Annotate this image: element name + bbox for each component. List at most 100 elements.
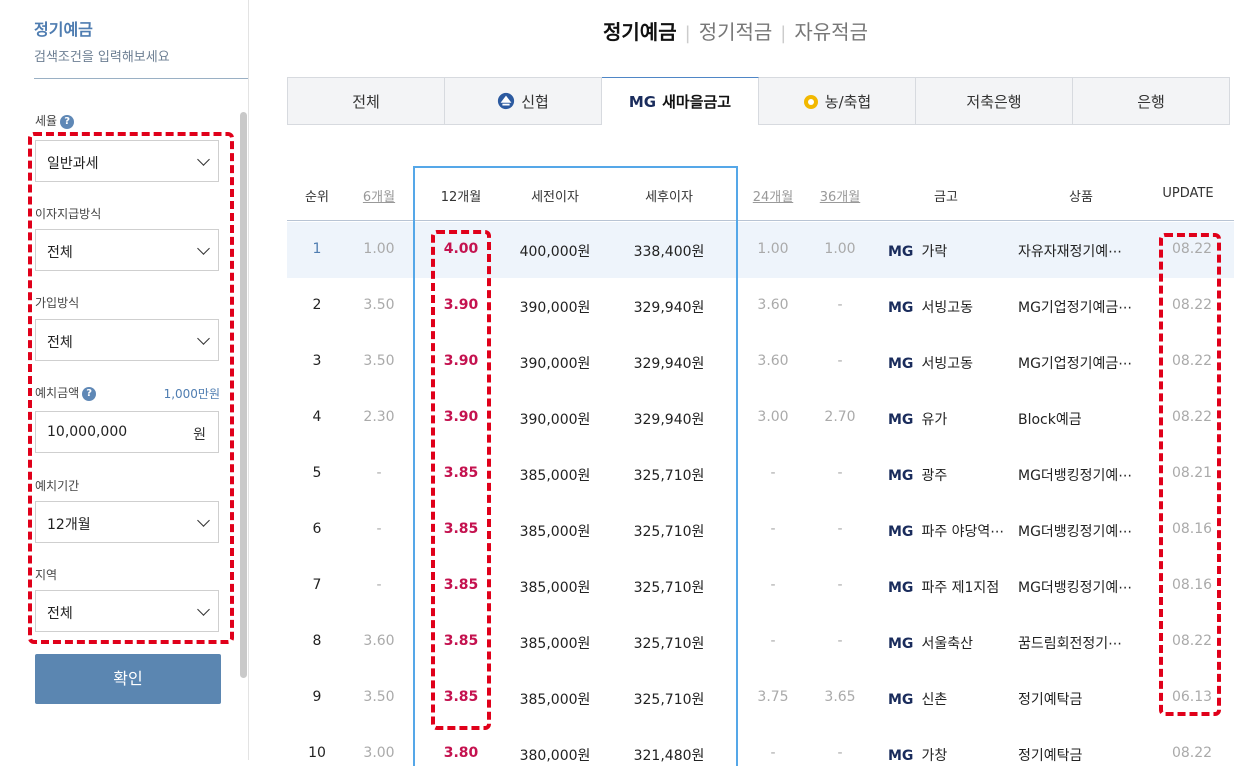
cell-product[interactable]: MG더뱅킹정기예⋯ — [1018, 577, 1132, 597]
tab-installment-savings[interactable]: 정기적금 — [699, 16, 773, 45]
bank-tab-all[interactable]: 전체 — [287, 77, 445, 125]
cell-pre: 390,000원 — [519, 412, 591, 428]
cell-m12: 3.85 — [443, 633, 479, 649]
interest-select[interactable]: 전체 — [35, 229, 219, 271]
cell-product[interactable]: Block예금 — [1018, 409, 1082, 429]
sidebar-subtitle: 검색조건을 입력해보세요 — [34, 50, 170, 65]
cell-post: 325,710원 — [633, 524, 705, 540]
tax-select[interactable]: 일반과세 — [35, 140, 219, 182]
nh-logo-icon — [803, 95, 818, 109]
cell-bank[interactable]: MG 서울축산 — [888, 633, 973, 653]
cell-post: 329,940원 — [633, 300, 705, 316]
table-row[interactable]: 8 3.60 3.85 385,000원 325,710원 - - MG 서울축산 꿈드림회전정기… — [287, 614, 1234, 670]
bank-tab-bank[interactable]: 은행 — [1073, 77, 1230, 125]
cell-post: 325,710원 — [633, 580, 705, 596]
cell-m6: 1.00 — [363, 241, 395, 257]
header-update[interactable]: UPDATE — [1162, 186, 1213, 201]
cell-product[interactable]: MG더뱅킹정기예⋯ — [1018, 465, 1132, 485]
confirm-button[interactable]: 확인 — [35, 654, 221, 704]
cell-bank[interactable]: MG 가창 — [888, 745, 947, 765]
header-6m[interactable]: 6개월 — [363, 186, 395, 205]
cell-m12: 3.90 — [443, 409, 479, 425]
cell-bank[interactable]: MG 파주 제1지점 — [888, 577, 999, 597]
bank-tab-savings-bank[interactable]: 저축은행 — [916, 77, 1073, 125]
cell-product[interactable]: 정기예탁금 — [1018, 689, 1082, 709]
cell-update: 08.22 — [1171, 241, 1213, 257]
amount-hint: 1,000만원 — [163, 387, 220, 401]
chevron-down-icon — [197, 332, 210, 345]
mg-logo: MG — [888, 244, 914, 260]
cell-bank[interactable]: MG 신촌 — [888, 689, 947, 709]
table-row[interactable]: 1 1.00 4.00 400,000원 338,400원 1.00 1.00 MG 가락 자유자… — [287, 222, 1234, 278]
cell-product[interactable]: MG더뱅킹정기예⋯ — [1018, 521, 1132, 541]
search-sidebar: 정기예금 검색조건을 입력해보세요 세율? 일반과세 이자지급방식 전체 가입방… — [0, 0, 249, 760]
cell-pre: 385,000원 — [519, 580, 591, 596]
region-select[interactable]: 전체 — [35, 590, 219, 632]
header-24m[interactable]: 24개월 — [753, 186, 793, 205]
cell-bank[interactable]: MG 서빙고동 — [888, 297, 973, 317]
cell-product[interactable]: 자유자재정기예⋯ — [1018, 241, 1122, 261]
cell-rank: 7 — [312, 577, 322, 593]
bank-tab-nh[interactable]: 농/축협 — [759, 77, 916, 125]
table-row[interactable]: 3 3.50 3.90 390,000원 329,940원 3.60 - MG 서빙고동 MG기업… — [287, 334, 1234, 390]
table-row[interactable]: 6 - 3.85 385,000원 325,710원 - - MG 파주 야당역⋯ MG더뱅킹정기… — [287, 502, 1234, 558]
cell-product[interactable]: 꿈드림회전정기⋯ — [1018, 633, 1122, 653]
sidebar-title: 정기예금 — [34, 20, 93, 39]
help-icon[interactable]: ? — [82, 386, 97, 401]
header-12m[interactable]: 12개월 — [441, 186, 481, 205]
cell-bank[interactable]: MG 유가 — [888, 409, 947, 429]
cell-rank: 8 — [312, 633, 322, 649]
tab-divider: | — [684, 23, 691, 44]
header-product[interactable]: 상품 — [1069, 186, 1093, 205]
cell-m12: 3.85 — [443, 521, 479, 537]
amount-label: 예치금액? — [35, 384, 97, 401]
cell-rank: 3 — [312, 353, 322, 369]
cell-m6: 3.50 — [363, 689, 395, 705]
table-row[interactable]: 5 - 3.85 385,000원 325,710원 - - MG 광주 MG더뱅킹정기예⋯ 08.… — [287, 446, 1234, 502]
amount-input[interactable]: 10,000,000 원 — [35, 411, 219, 453]
header-rank[interactable]: 순위 — [305, 186, 329, 205]
join-select[interactable]: 전체 — [35, 319, 219, 361]
cell-m6: 2.30 — [363, 409, 395, 425]
header-bank[interactable]: 금고 — [934, 186, 958, 205]
cell-m36: - — [837, 633, 843, 649]
cell-m12: 3.85 — [443, 577, 479, 593]
tab-fixed-deposit[interactable]: 정기예금 — [603, 16, 677, 45]
bank-tab-mg[interactable]: MG 새마을금고 — [602, 77, 759, 125]
bank-tab-shinhyup[interactable]: 신협 — [445, 77, 602, 125]
chevron-down-icon — [197, 603, 210, 616]
table-row[interactable]: 9 3.50 3.85 385,000원 325,710원 3.75 3.65 MG 신촌 정기예… — [287, 670, 1234, 726]
cell-update: 08.22 — [1171, 353, 1213, 369]
cell-m12: 3.85 — [443, 465, 479, 481]
help-icon[interactable]: ? — [60, 114, 75, 129]
header-36m[interactable]: 36개월 — [820, 186, 860, 205]
cell-rank: 10 — [308, 745, 326, 761]
shinhyup-logo-icon — [498, 92, 515, 110]
cell-m36: 1.00 — [824, 241, 856, 257]
amount-unit: 원 — [193, 427, 206, 443]
table-row[interactable]: 4 2.30 3.90 390,000원 329,940원 3.00 2.70 MG 유가 Blo… — [287, 390, 1234, 446]
cell-bank[interactable]: MG 파주 야당역⋯ — [888, 521, 1004, 541]
tab-free-savings[interactable]: 자유적금 — [794, 16, 868, 45]
cell-m12: 3.85 — [443, 689, 479, 705]
cell-bank[interactable]: MG 가락 — [888, 241, 947, 261]
cell-update: 08.22 — [1171, 409, 1213, 425]
header-pre-tax[interactable]: 세전이자 — [531, 186, 579, 205]
period-label: 예치기간 — [35, 479, 80, 493]
period-select[interactable]: 12개월 — [35, 501, 219, 543]
cell-post: 325,710원 — [633, 468, 705, 484]
table-row[interactable]: 10 3.00 3.80 380,000원 321,480원 - - MG 가창 정기예탁금 08.… — [287, 726, 1234, 782]
cell-m6: - — [376, 577, 382, 593]
cell-bank[interactable]: MG 광주 — [888, 465, 947, 485]
join-label: 가입방식 — [35, 296, 80, 310]
sidebar-scrollbar[interactable] — [240, 112, 247, 678]
header-post-tax[interactable]: 세후이자 — [645, 186, 693, 205]
table-row[interactable]: 7 - 3.85 385,000원 325,710원 - - MG 파주 제1지점 MG더뱅킹정기… — [287, 558, 1234, 614]
cell-rank: 1 — [312, 241, 322, 257]
cell-product[interactable]: MG기업정기예금⋯ — [1018, 353, 1132, 373]
cell-product[interactable]: 정기예탁금 — [1018, 745, 1082, 765]
cell-bank[interactable]: MG 서빙고동 — [888, 353, 973, 373]
table-row[interactable]: 2 3.50 3.90 390,000원 329,940원 3.60 - MG 서빙고동 MG기업… — [287, 278, 1234, 334]
cell-product[interactable]: MG기업정기예금⋯ — [1018, 297, 1132, 317]
cell-m24: - — [770, 745, 776, 761]
